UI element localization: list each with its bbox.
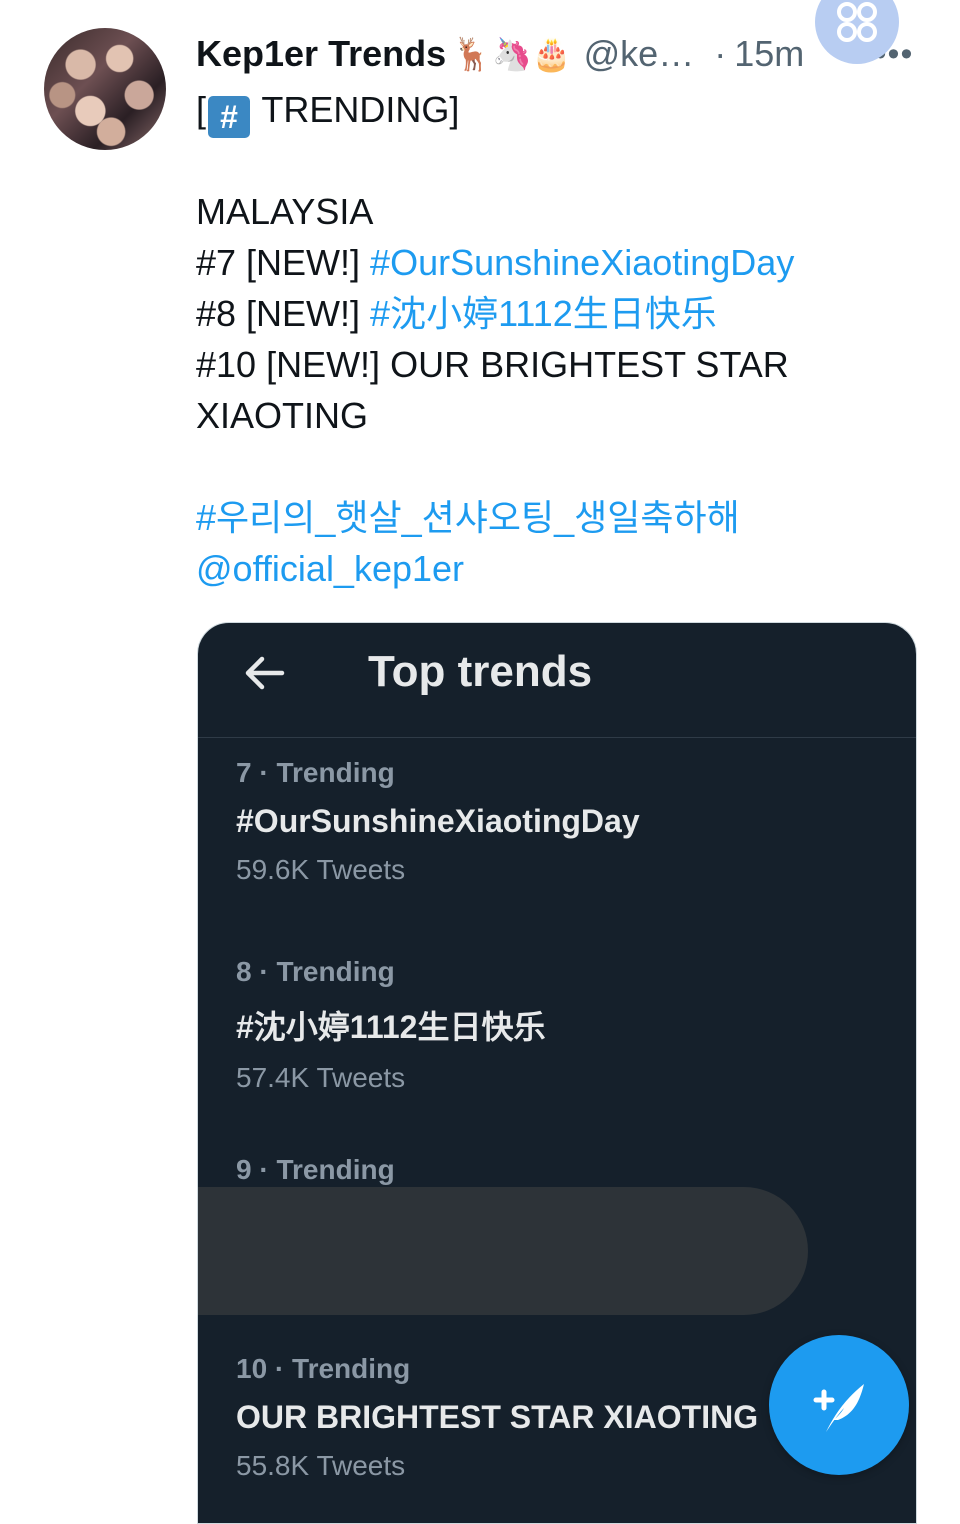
- trend-meta: 7 · Trending: [236, 757, 395, 788]
- tweet-line-mention: @official_kep1er: [196, 543, 916, 594]
- hashtag-link-sunshine[interactable]: #OurSunshineXiaotingDay: [370, 242, 794, 283]
- trend-meta: 8 · Trending: [236, 956, 395, 987]
- trending-label: TRENDING]: [252, 89, 460, 130]
- rank-8-prefix: #8 [NEW!]: [196, 293, 371, 334]
- trend-item: 9 · Trending: [236, 1154, 896, 1186]
- trend-count: 57.4K Tweets: [236, 1062, 406, 1093]
- tweet-line-rank-10-cont: XIAOTING: [196, 395, 369, 436]
- hashtag-link-chinese[interactable]: #沈小婷1112生日快乐: [370, 293, 717, 334]
- author-handle[interactable]: @ke…: [584, 33, 695, 75]
- tweet-line-rank-8: #8 [NEW!] #沈小婷1112生日快乐: [196, 288, 916, 339]
- clover-glyph: [837, 2, 877, 42]
- trend-item: 8 · Trending #沈小婷1112生日快乐 57.4K Tweets: [236, 956, 896, 1094]
- trend-item: 7 · Trending #OurSunshineXiaotingDay 59.…: [236, 757, 896, 886]
- trend-name: #OurSunshineXiaotingDay: [236, 803, 640, 839]
- author-avatar[interactable]: [44, 28, 166, 150]
- redaction-bar: [198, 1187, 808, 1315]
- media-title: Top trends: [368, 647, 593, 696]
- mention-link[interactable]: @official_kep1er: [196, 548, 464, 589]
- media-header: Top trends: [198, 623, 916, 738]
- tweet-line-rank-7: #7 [NEW!] #OurSunshineXiaotingDay: [196, 237, 916, 288]
- separator-dot: ·: [714, 33, 727, 74]
- hash-emoji-icon: #: [208, 96, 251, 138]
- trend-name: #沈小婷1112生日快乐: [236, 1009, 546, 1045]
- tweet-line-rank-10: #10 [NEW!] OUR BRIGHTEST STAR: [196, 344, 789, 385]
- compose-tweet-icon: [813, 1384, 864, 1432]
- country-label: MALAYSIA: [196, 191, 374, 232]
- hashtag-link-korean[interactable]: #우리의_햇살_션샤오팅_생일축하해: [196, 497, 740, 538]
- author-name[interactable]: Kep1er Trends: [196, 33, 446, 75]
- trend-meta: 9 · Trending: [236, 1154, 395, 1185]
- compose-tweet-button[interactable]: [769, 1335, 909, 1475]
- bracket-open: [: [196, 89, 207, 130]
- trend-count: 59.6K Tweets: [236, 854, 406, 885]
- author-emojis: 🦌🦄🎂: [452, 36, 572, 72]
- tweet-line-korean: #우리의_햇살_션샤오팅_생일축하해: [196, 492, 916, 543]
- tweet-body: [# TRENDING] MALAYSIA #7 [NEW!] #OurSuns…: [196, 84, 916, 594]
- tweet-header: Kep1er Trends 🦌🦄🎂 @ke… · 15m: [196, 28, 804, 80]
- back-arrow-icon: [245, 656, 285, 690]
- tweet-line-trending: [# TRENDING]: [196, 84, 916, 138]
- tweet-time[interactable]: 15m: [734, 33, 804, 75]
- rank-7-prefix: #7 [NEW!]: [196, 242, 371, 283]
